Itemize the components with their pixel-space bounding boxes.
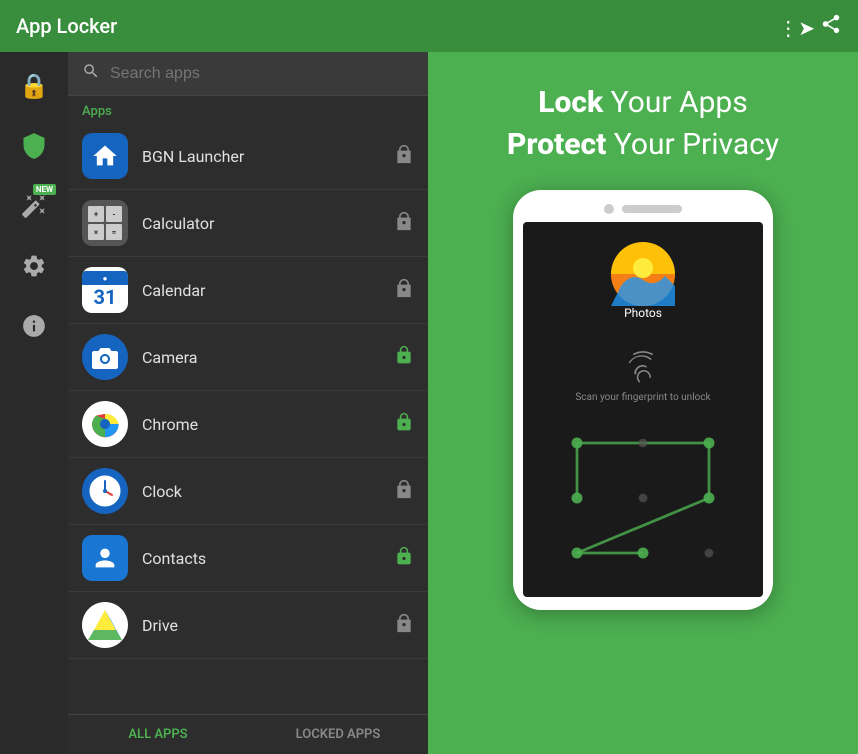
lock-status-calendar[interactable]: [394, 278, 414, 303]
promo-protect-bold: Protect: [507, 127, 606, 162]
photos-label: Photos: [624, 306, 662, 320]
app-icon-contacts: [82, 535, 128, 581]
pattern-area: [533, 419, 753, 577]
app-name-camera: Camera: [142, 348, 394, 367]
app-icon-camera: [82, 334, 128, 380]
app-name-calendar: Calendar: [142, 281, 394, 300]
bottom-tabs: ALL APPS LOCKED APPS: [68, 714, 428, 754]
lock-status-calc[interactable]: [394, 211, 414, 236]
app-name-contacts: Contacts: [142, 549, 394, 568]
search-bar: [68, 52, 428, 96]
right-panel: Lock Your Apps Protect Your Privacy: [428, 52, 858, 754]
new-badge: NEW: [33, 184, 56, 195]
app-icon-clock: [82, 468, 128, 514]
lock-status-drive[interactable]: [394, 613, 414, 638]
promo-line2: Protect Your Privacy: [507, 124, 779, 166]
lock-status-camera[interactable]: [394, 345, 414, 370]
app-icon-drive: [82, 602, 128, 648]
fingerprint-icon: [624, 348, 662, 386]
list-item[interactable]: Clock: [68, 458, 428, 525]
list-item[interactable]: Drive: [68, 592, 428, 659]
tab-all-apps[interactable]: ALL APPS: [68, 715, 248, 754]
tab-locked-apps[interactable]: LOCKED APPS: [248, 715, 428, 754]
sidebar-settings-icon[interactable]: [16, 248, 52, 284]
photos-app-area: Photos: [611, 242, 675, 340]
app-list: BGN Launcher + - × = Calculator: [68, 123, 428, 714]
app-name-calc: Calculator: [142, 214, 394, 233]
app-name-clock: Clock: [142, 482, 394, 501]
phone-screen: Photos Scan your fingerprint to unlock: [523, 222, 763, 597]
apps-section-label: Apps: [68, 96, 428, 123]
app-header: App Locker ⋮➤: [0, 0, 858, 52]
list-item[interactable]: BGN Launcher: [68, 123, 428, 190]
photos-app-icon: [611, 242, 675, 306]
app-list-panel: Apps BGN Launcher +: [68, 52, 428, 754]
app-title: App Locker: [16, 14, 117, 38]
promo-text: Lock Your Apps Protect Your Privacy: [507, 82, 779, 166]
phone-speaker: [622, 205, 682, 213]
list-item[interactable]: ● 31 Calendar: [68, 257, 428, 324]
fingerprint-area: Scan your fingerprint to unlock: [575, 348, 710, 403]
app-name-bgn: BGN Launcher: [142, 147, 394, 166]
list-item[interactable]: + - × = Calculator: [68, 190, 428, 257]
main-content: 🔒 NEW Apps: [0, 52, 858, 754]
promo-lock-bold: Lock: [538, 85, 603, 120]
app-icon-calendar: ● 31: [82, 267, 128, 313]
fingerprint-text: Scan your fingerprint to unlock: [575, 392, 710, 403]
sidebar-info-icon[interactable]: [16, 308, 52, 344]
lock-status-chrome[interactable]: [394, 412, 414, 437]
list-item[interactable]: Camera: [68, 324, 428, 391]
sidebar-wand-icon[interactable]: NEW: [16, 188, 52, 224]
phone-top-bar: [523, 204, 763, 214]
app-name-chrome: Chrome: [142, 415, 394, 434]
app-icon-chrome: [82, 401, 128, 447]
sidebar: 🔒 NEW: [0, 52, 68, 754]
list-item[interactable]: Contacts: [68, 525, 428, 592]
search-input[interactable]: [110, 65, 414, 83]
share-icon[interactable]: ⋮➤: [778, 13, 842, 40]
phone-mockup: Photos Scan your fingerprint to unlock: [513, 190, 773, 610]
app-icon-bgn: [82, 133, 128, 179]
list-item[interactable]: Chrome: [68, 391, 428, 458]
lock-status-bgn[interactable]: [394, 144, 414, 169]
pattern-svg: [533, 419, 753, 577]
sidebar-lock-icon[interactable]: 🔒: [16, 68, 52, 104]
app-name-drive: Drive: [142, 616, 394, 635]
promo-line1: Lock Your Apps: [507, 82, 779, 124]
lock-status-contacts[interactable]: [394, 546, 414, 571]
lock-status-clock[interactable]: [394, 479, 414, 504]
phone-camera: [604, 204, 614, 214]
sidebar-shield-icon[interactable]: [16, 128, 52, 164]
app-icon-calc: + - × =: [82, 200, 128, 246]
search-icon: [82, 62, 100, 85]
